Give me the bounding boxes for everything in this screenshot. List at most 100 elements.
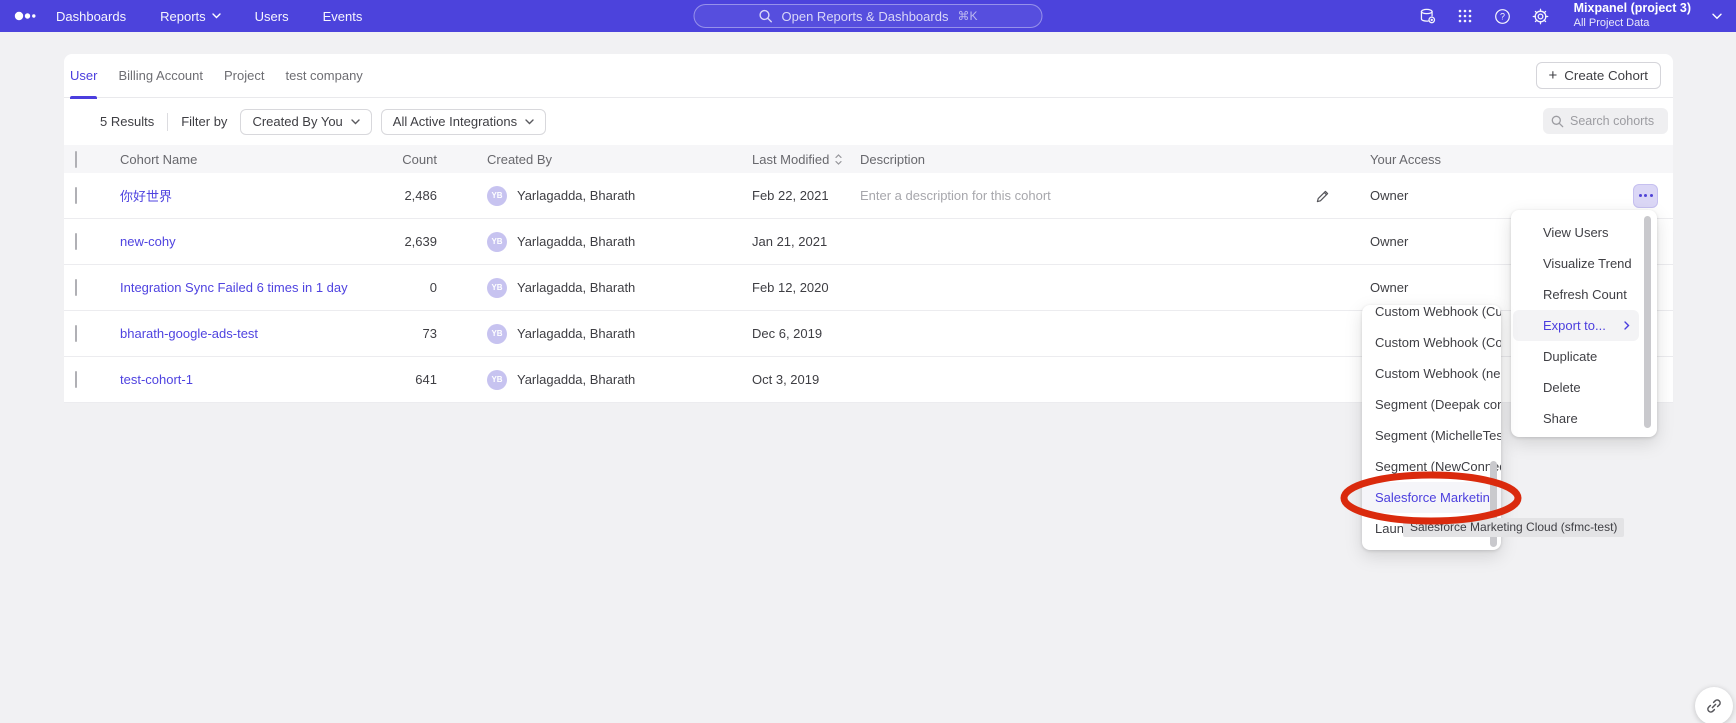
create-cohort-button[interactable]: + Create Cohort [1536,62,1661,89]
context-menu-item[interactable]: Duplicate [1511,341,1657,372]
submenu-item[interactable]: Custom Webhook (ne... [1362,358,1501,389]
cohort-count: 73 [360,326,445,341]
row-checkbox[interactable] [75,325,77,342]
data-management-icon[interactable] [1419,8,1436,24]
creator-name: Yarlagadda, Bharath [517,372,635,387]
tab[interactable]: Project [224,54,264,98]
row-checkbox[interactable] [75,233,77,250]
context-menu-item[interactable]: Refresh Count [1511,279,1657,310]
submenu-item[interactable]: Segment (NewConnec... [1362,451,1501,482]
submenu-item[interactable]: Salesforce Marketing C... [1362,482,1501,513]
sort-icon[interactable] [835,154,842,165]
nav-items: Dashboards Reports Users Events [56,9,362,24]
filter-by-label: Filter by [181,114,227,129]
last-modified-date: Oct 3, 2019 [740,372,848,387]
creator-name: Yarlagadda, Bharath [517,280,635,295]
link-icon [1706,698,1722,714]
cohort-name-link[interactable]: test-cohort-1 [106,372,360,387]
context-menu-item[interactable]: Share [1511,403,1657,434]
project-scope: All Project Data [1574,17,1691,31]
nav-item[interactable]: Events [323,9,363,24]
column-header-created-by[interactable]: Created By [445,152,740,167]
results-count: 5 Results [100,114,154,129]
access-level: Owner [1356,188,1600,203]
search-placeholder: Open Reports & Dashboards [782,9,949,24]
context-menu-item[interactable]: Export to... [1513,310,1639,341]
select-all-checkbox[interactable] [75,151,77,168]
avatar: YB [487,186,507,206]
chevron-down-icon [351,119,360,125]
submenu-item[interactable]: Segment (Deepak con... [1362,389,1501,420]
cohort-count: 0 [360,280,445,295]
svg-text:?: ? [1500,11,1505,21]
row-checkbox[interactable] [75,279,77,296]
context-menu-item[interactable]: Delete [1511,372,1657,403]
filter-bar: 5 Results Filter by Created By You All A… [64,98,1673,145]
context-menu-item[interactable]: View Users [1511,217,1657,248]
cohort-count: 641 [360,372,445,387]
nav-item[interactable]: Users [255,9,289,24]
chevron-down-icon[interactable] [1712,13,1722,20]
submenu-arrow-icon [1624,321,1639,330]
integration-tooltip: Salesforce Marketing Cloud (sfmc-test) [1403,518,1624,537]
cohort-name-link[interactable]: 你好世界 [106,186,360,205]
table-header: Cohort Name Count Created By Last Modifi… [64,145,1673,173]
cohort-count: 2,639 [360,234,445,249]
cohort-name-link[interactable]: Integration Sync Failed 6 times in 1 day [106,280,360,295]
created-by-filter[interactable]: Created By You [240,109,371,135]
help-icon[interactable]: ? [1494,8,1511,25]
row-actions-button[interactable] [1633,184,1658,208]
chevron-down-icon [212,13,221,19]
settings-gear-icon[interactable] [1532,8,1549,25]
column-header-name[interactable]: Cohort Name [106,152,360,167]
column-header-count[interactable]: Count [360,152,445,167]
nav-item[interactable]: Reports [160,9,221,24]
row-checkbox[interactable] [75,187,77,204]
last-modified-date: Jan 21, 2021 [740,234,848,249]
nav-item[interactable]: Dashboards [56,9,126,24]
edit-pencil-icon[interactable] [1315,188,1331,204]
search-cohorts-placeholder: Search cohorts [1570,114,1654,128]
description-placeholder[interactable]: Enter a description for this cohort [860,188,1051,203]
tab[interactable]: test company [285,54,362,98]
tab[interactable]: User [70,54,97,98]
tab[interactable]: Billing Account [118,54,203,98]
table-row: new-cohy 2,639 YB Yarlagadda, Bharath Ja… [64,219,1673,265]
search-shortcut: ⌘K [957,9,977,23]
divider [167,113,168,131]
last-modified-date: Feb 22, 2021 [740,188,848,203]
search-icon [1551,115,1564,128]
plus-icon: + [1549,67,1558,84]
row-checkbox[interactable] [75,371,77,388]
row-context-menu: View Users Visualize Trend Refresh Count… [1511,210,1657,437]
cohort-name-link[interactable]: bharath-google-ads-test [106,326,360,341]
export-to-submenu: Custom Webhook (Cu... Custom Webhook (Co… [1362,305,1501,550]
tab-bar: User Billing Account Project test compan… [64,54,1673,98]
column-header-last-modified[interactable]: Last Modified [752,152,829,167]
global-search-bar[interactable]: Open Reports & Dashboards ⌘K [694,4,1043,28]
cohort-count: 2,486 [360,188,445,203]
creator-name: Yarlagadda, Bharath [517,188,635,203]
table-row: 你好世界 2,486 YB Yarlagadda, Bharath Feb 22… [64,173,1673,219]
integrations-filter[interactable]: All Active Integrations [381,109,546,135]
submenu-item[interactable]: Custom Webhook (Co... [1362,327,1501,358]
column-header-your-access[interactable]: Your Access [1356,152,1600,167]
cohort-name-link[interactable]: new-cohy [106,234,360,249]
submenu-item[interactable]: Custom Webhook (Cu... [1362,305,1501,327]
search-cohorts-input[interactable]: Search cohorts [1543,108,1668,134]
creator-name: Yarlagadda, Bharath [517,234,635,249]
chevron-down-icon [525,119,534,125]
context-menu-item[interactable]: Visualize Trend [1511,248,1657,279]
submenu-item[interactable]: Segment (MichelleTest) [1362,420,1501,451]
column-header-description[interactable]: Description [848,152,1300,167]
apps-grid-icon[interactable] [1457,8,1473,24]
share-link-button[interactable] [1695,687,1733,723]
menu-scrollbar[interactable] [1644,216,1651,428]
avatar: YB [487,370,507,390]
last-modified-date: Dec 6, 2019 [740,326,848,341]
last-modified-date: Feb 12, 2020 [740,280,848,295]
top-navbar: Dashboards Reports Users Events Open Rep… [0,0,1736,32]
avatar: YB [487,232,507,252]
project-switcher[interactable]: Mixpanel (project 3) All Project Data [1574,1,1691,30]
mixpanel-logo-icon [14,9,44,23]
